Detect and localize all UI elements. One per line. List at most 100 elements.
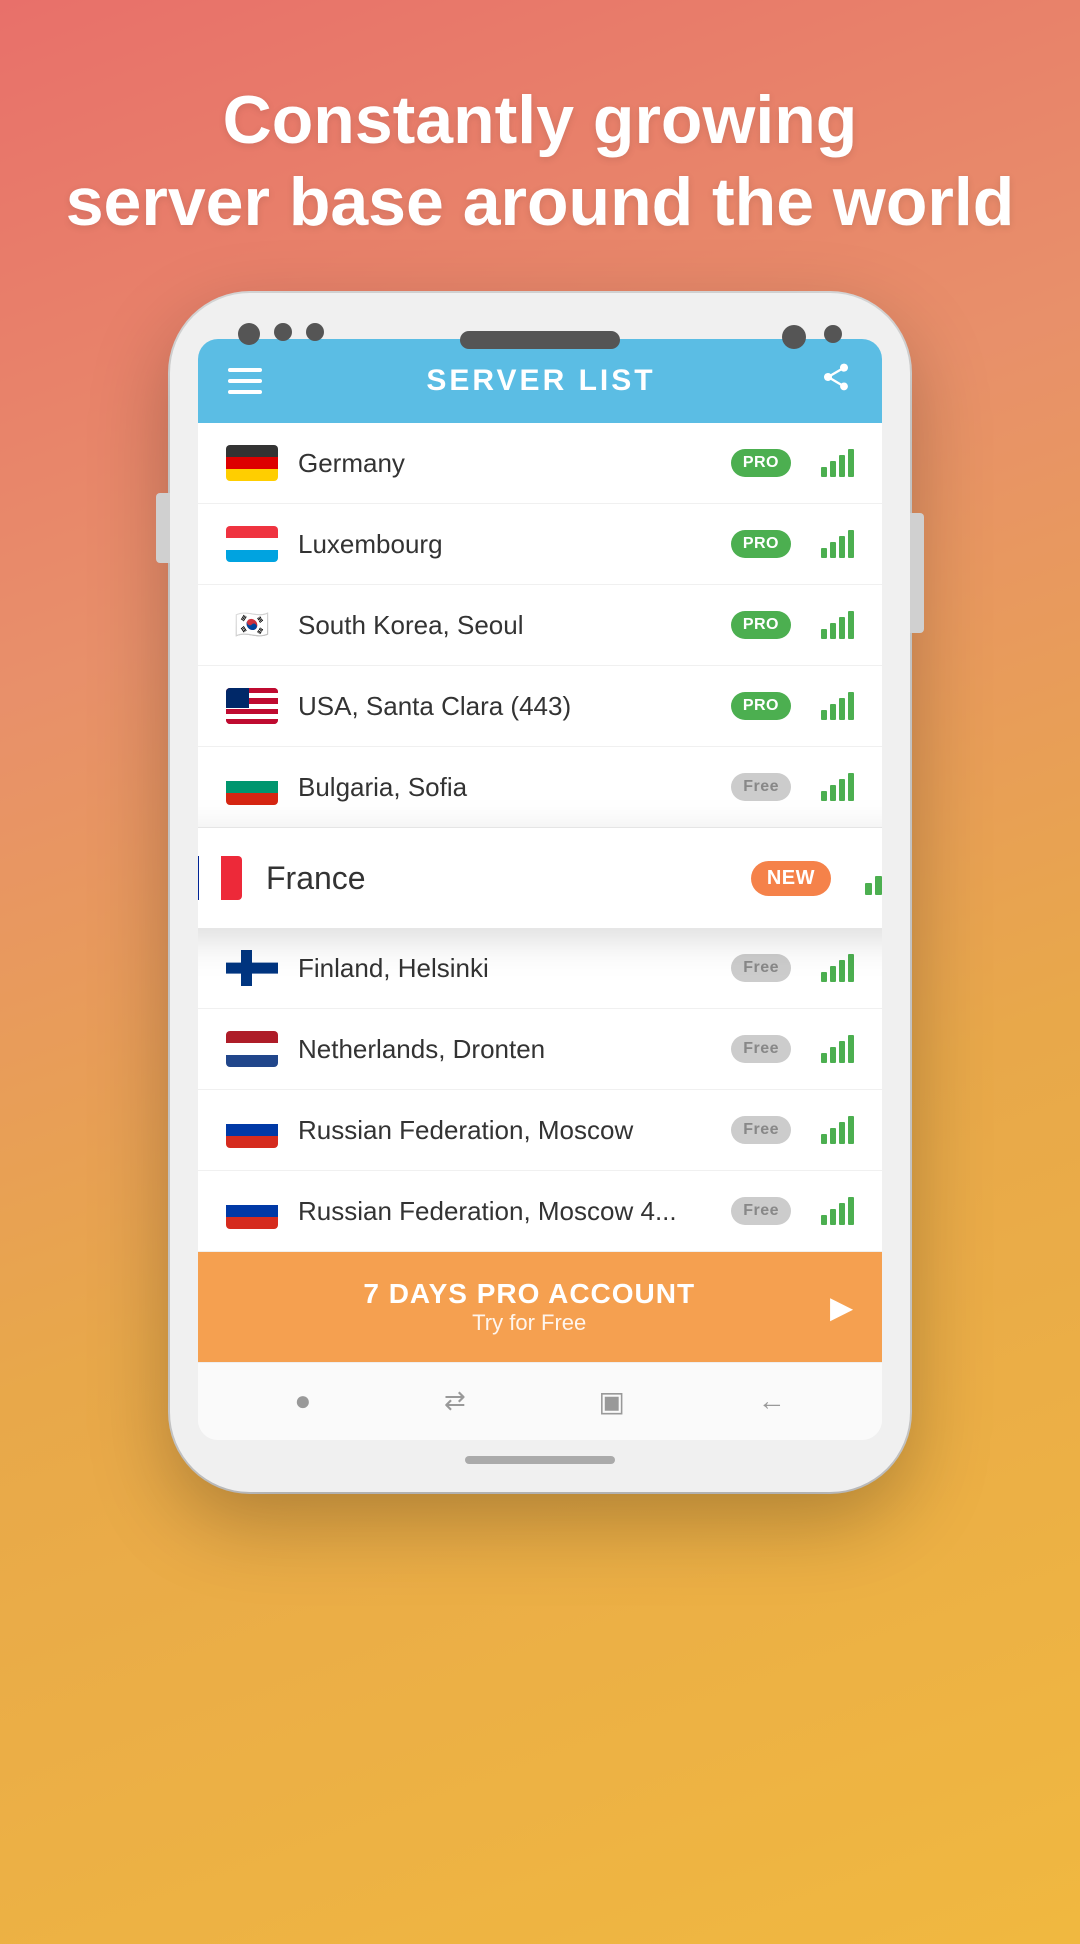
badge-pro-luxembourg: PRO — [731, 530, 791, 558]
signal-bar-4 — [848, 449, 854, 477]
headline-line2: server base around the world — [66, 164, 1015, 240]
signal-bar-1 — [821, 629, 827, 639]
nav-icon-square[interactable]: ▣ — [598, 1385, 624, 1418]
hamburger-line-2 — [228, 379, 262, 383]
flag-bulgaria — [226, 769, 278, 805]
server-name-bulgaria: Bulgaria, Sofia — [298, 772, 711, 803]
signal-bar-2 — [830, 542, 836, 558]
flag-southkorea — [226, 607, 278, 643]
phone-dots-right — [782, 325, 842, 349]
badge-free-russia1: Free — [731, 1116, 791, 1144]
server-item-southkorea[interactable]: South Korea, Seoul PRO — [198, 585, 882, 666]
nav-icon-dot[interactable]: ● — [294, 1385, 311, 1418]
phone-dot-1 — [238, 323, 260, 345]
signal-bar-4 — [848, 954, 854, 982]
server-name-usa: USA, Santa Clara (443) — [298, 691, 711, 722]
server-item-bulgaria[interactable]: Bulgaria, Sofia Free — [198, 747, 882, 828]
cta-main-text: 7 DAYS PRO ACCOUNT — [228, 1278, 830, 1310]
signal-france — [865, 862, 882, 895]
nav-icon-swap[interactable]: ⇄ — [444, 1385, 466, 1418]
server-name-finland: Finland, Helsinki — [298, 953, 711, 984]
phone-mockup: SERVER LIST Germany PRO — [170, 293, 910, 1492]
nav-icon-back[interactable]: ← — [758, 1385, 786, 1418]
signal-bar-2 — [830, 966, 836, 982]
france-popup[interactable]: France NEW — [198, 828, 882, 928]
server-item-finland[interactable]: Finland, Helsinki Free — [198, 928, 882, 1009]
fi-cross-h — [226, 963, 278, 974]
signal-bulgaria — [821, 773, 854, 801]
signal-netherlands — [821, 1035, 854, 1063]
signal-bar-2 — [830, 1209, 836, 1225]
flag-stripe-2 — [226, 457, 278, 469]
flag-france — [198, 856, 242, 900]
signal-bar-1 — [821, 467, 827, 477]
signal-bar-2 — [875, 876, 882, 895]
flag-stripe-3 — [226, 550, 278, 562]
signal-bar-3 — [839, 617, 845, 639]
signal-usa — [821, 692, 854, 720]
server-item-luxembourg[interactable]: Luxembourg PRO — [198, 504, 882, 585]
signal-russia2 — [821, 1197, 854, 1225]
signal-bar-4 — [848, 692, 854, 720]
flag-netherlands — [226, 1031, 278, 1067]
phone-speaker — [460, 331, 620, 349]
badge-free-russia2: Free — [731, 1197, 791, 1225]
badge-pro-usa: PRO — [731, 692, 791, 720]
flag-stripe-1 — [226, 1112, 278, 1124]
server-list-bottom: Finland, Helsinki Free — [198, 928, 882, 1252]
server-item-russia1[interactable]: Russian Federation, Moscow Free — [198, 1090, 882, 1171]
flag-stripe-2 — [226, 1205, 278, 1217]
flag-stripe-1 — [226, 526, 278, 538]
signal-bar-2 — [830, 461, 836, 477]
server-item-usa[interactable]: USA, Santa Clara (443) PRO — [198, 666, 882, 747]
share-icon[interactable] — [820, 361, 852, 401]
flag-stripe-3 — [226, 1217, 278, 1229]
cta-sub-text: Try for Free — [228, 1310, 830, 1336]
flag-stripe-2 — [226, 1043, 278, 1055]
signal-bar-3 — [839, 698, 845, 720]
side-button-left — [156, 493, 170, 563]
server-item-germany[interactable]: Germany PRO — [198, 423, 882, 504]
hamburger-line-1 — [228, 368, 262, 372]
signal-bar-4 — [848, 773, 854, 801]
badge-free-finland: Free — [731, 954, 791, 982]
signal-bar-1 — [821, 972, 827, 982]
signal-bar-3 — [839, 1041, 845, 1063]
flag-finland — [226, 950, 278, 986]
signal-bar-1 — [821, 710, 827, 720]
signal-bar-1 — [821, 1134, 827, 1144]
usa-canton — [226, 688, 249, 708]
flag-stripe-2 — [226, 1124, 278, 1136]
phone-dot-4 — [824, 325, 842, 343]
signal-bar-2 — [830, 785, 836, 801]
flag-usa — [226, 688, 278, 724]
badge-pro-southkorea: PRO — [731, 611, 791, 639]
signal-bar-2 — [830, 623, 836, 639]
signal-bar-2 — [830, 1047, 836, 1063]
menu-button[interactable] — [228, 368, 262, 394]
flag-stripe-1 — [226, 769, 278, 781]
fi-cross-v — [241, 950, 252, 986]
server-item-russia2[interactable]: Russian Federation, Moscow 4... Free — [198, 1171, 882, 1252]
signal-bar-1 — [821, 1215, 827, 1225]
server-name-russia1: Russian Federation, Moscow — [298, 1115, 711, 1146]
cta-banner[interactable]: 7 DAYS PRO ACCOUNT Try for Free ▶ — [198, 1252, 882, 1362]
usa-stripe-7 — [226, 719, 278, 724]
bottom-navigation: ● ⇄ ▣ ← — [198, 1362, 882, 1440]
page-headline: Constantly growing server base around th… — [6, 80, 1075, 243]
server-list-top: Germany PRO Luxem — [198, 423, 882, 828]
phone-dot-2 — [274, 323, 292, 341]
app-header: SERVER LIST — [198, 339, 882, 423]
cta-arrow-icon: ▶ — [830, 1291, 852, 1324]
signal-luxembourg — [821, 530, 854, 558]
server-item-netherlands[interactable]: Netherlands, Dronten Free — [198, 1009, 882, 1090]
flag-stripe-3 — [226, 1055, 278, 1067]
server-name-netherlands: Netherlands, Dronten — [298, 1034, 711, 1065]
signal-bar-4 — [848, 1035, 854, 1063]
phone-body: SERVER LIST Germany PRO — [170, 293, 910, 1492]
phone-bottom-bar — [198, 1456, 882, 1464]
server-name-luxembourg: Luxembourg — [298, 529, 711, 560]
flag-stripe-3 — [226, 1136, 278, 1148]
flag-russia2 — [226, 1193, 278, 1229]
signal-bar-3 — [839, 1203, 845, 1225]
